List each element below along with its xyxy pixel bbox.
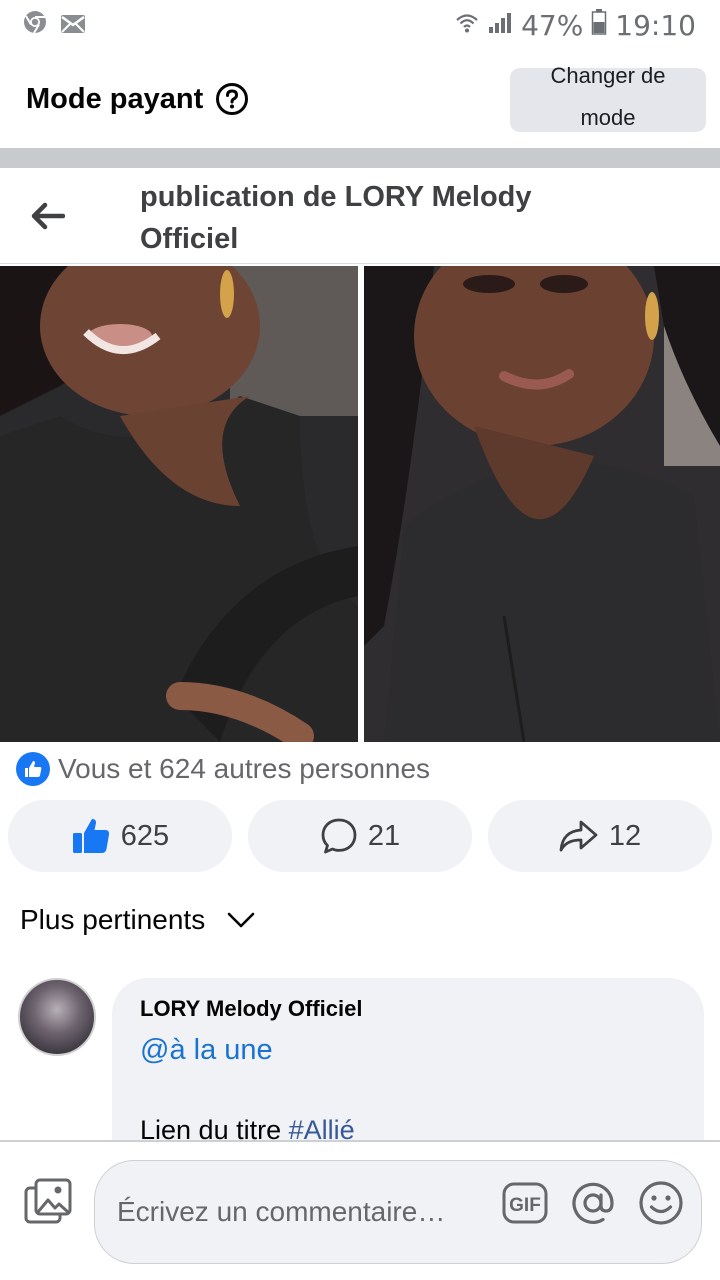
- at-sign-icon: [572, 1182, 614, 1224]
- post-photos: [0, 266, 720, 742]
- like-count: 625: [120, 819, 170, 852]
- comment-count: 21: [367, 819, 401, 852]
- like-reaction-icon: [16, 752, 50, 786]
- section-divider: [0, 148, 720, 168]
- composer-icons: GIF: [501, 1179, 685, 1227]
- attach-photo-button[interactable]: [24, 1178, 74, 1226]
- svg-text:GIF: GIF: [509, 1195, 541, 1216]
- comment-mention[interactable]: @à la une: [140, 1028, 676, 1072]
- post-header: publication de LORY Melody Officiel: [0, 168, 720, 264]
- status-left: [22, 9, 86, 42]
- mode-header: Mode payant Changer de mode: [0, 50, 720, 148]
- battery-icon: [591, 8, 607, 42]
- chrome-icon: [22, 9, 48, 42]
- comment-sort-dropdown[interactable]: Plus pertinents: [20, 896, 255, 944]
- sort-label: Plus pertinents: [20, 904, 206, 935]
- like-button[interactable]: 625: [8, 800, 232, 872]
- clock: 19:10: [615, 8, 696, 42]
- gif-button[interactable]: GIF: [501, 1179, 549, 1227]
- smiley-icon: [639, 1181, 683, 1225]
- reactions-text: Vous et 624 autres personnes: [58, 753, 431, 784]
- change-mode-label: Changer de mode: [550, 63, 666, 130]
- mode-title: Mode payant: [26, 82, 204, 115]
- battery-percent: 47%: [521, 8, 584, 42]
- back-button[interactable]: [26, 196, 70, 236]
- reactions-summary[interactable]: Vous et 624 autres personnes: [16, 752, 430, 786]
- status-right: 47% 19:10: [455, 8, 696, 42]
- mention-button[interactable]: [569, 1179, 617, 1227]
- post-photo-2[interactable]: [364, 266, 720, 742]
- gif-icon: GIF: [502, 1182, 548, 1224]
- change-mode-button[interactable]: Changer de mode: [510, 63, 706, 132]
- post-photo-1[interactable]: [0, 266, 358, 742]
- share-button[interactable]: 12: [488, 800, 712, 872]
- share-arrow-icon: [559, 820, 598, 852]
- chevron-down-icon: [227, 912, 255, 928]
- status-bar: 47% 19:10: [0, 0, 720, 50]
- back-arrow-icon: [31, 202, 65, 230]
- share-count: 12: [608, 819, 642, 852]
- comment-button[interactable]: 21: [248, 800, 472, 872]
- mail-icon: [60, 9, 86, 41]
- wifi-icon: [455, 9, 479, 42]
- comment-composer: GIF: [0, 1140, 720, 1280]
- comment-bubble-icon: [321, 818, 357, 854]
- avatar[interactable]: [18, 978, 96, 1056]
- comment-author[interactable]: LORY Melody Officiel: [140, 994, 676, 1024]
- post-actions: 625 21 12: [8, 800, 712, 872]
- image-icon: [24, 1178, 72, 1224]
- help-icon[interactable]: [215, 82, 249, 116]
- comment-input-box[interactable]: GIF: [94, 1160, 702, 1264]
- signal-icon: [487, 9, 513, 42]
- comment-input[interactable]: [117, 1196, 487, 1228]
- post-title: publication de LORY Melody Officiel: [140, 181, 532, 255]
- thumbs-up-icon: [72, 818, 109, 853]
- emoji-button[interactable]: [637, 1179, 685, 1227]
